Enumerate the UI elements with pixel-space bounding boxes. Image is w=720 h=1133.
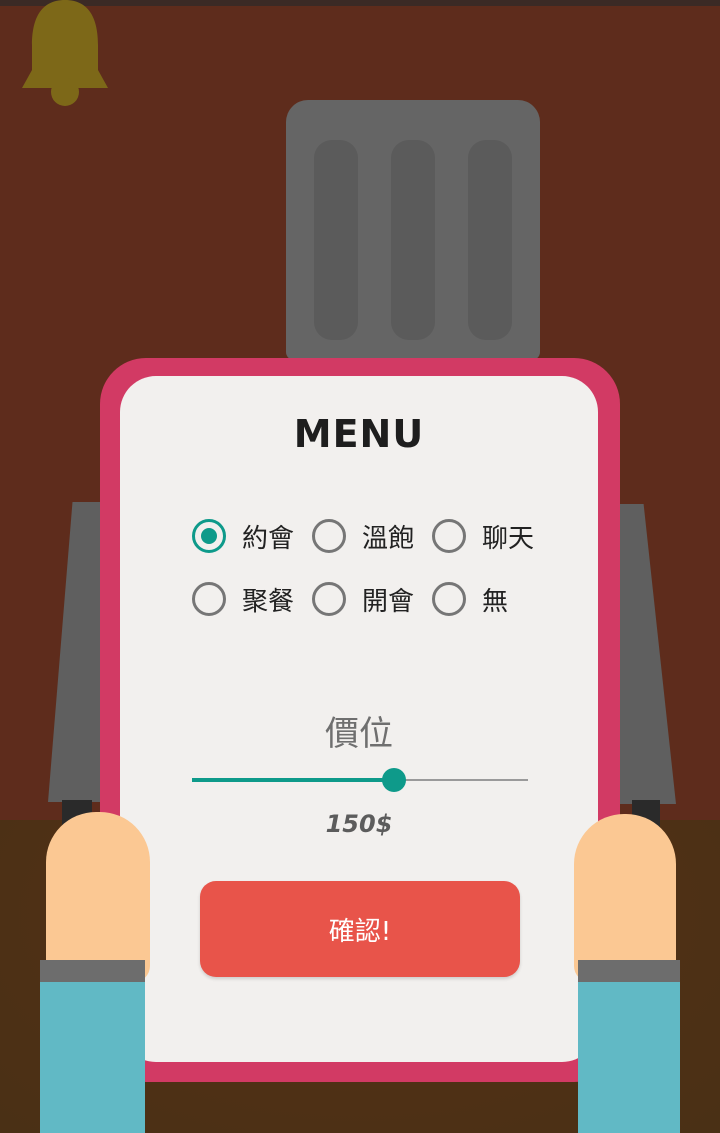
right-thumb xyxy=(574,814,676,982)
radio-button-none[interactable] xyxy=(432,582,466,616)
price-value: 150$ xyxy=(325,810,393,838)
chef-hat-icon xyxy=(286,100,540,360)
right-sleeve xyxy=(578,982,680,1133)
option-chat[interactable]: 聊天 xyxy=(432,514,534,558)
option-meeting[interactable]: 開會 xyxy=(312,577,414,621)
slider-thumb[interactable] xyxy=(381,768,406,792)
confirm-button[interactable]: 確認! xyxy=(200,881,520,977)
option-label-none: 無 xyxy=(482,586,509,617)
left-sleeve xyxy=(40,982,145,1133)
option-label-gathering: 聚餐 xyxy=(242,586,295,617)
menu-title: MENU xyxy=(293,412,425,456)
option-full-meal[interactable]: 溫飽 xyxy=(312,514,414,558)
radio-button-chat[interactable] xyxy=(432,519,466,553)
option-label-full-meal: 溫飽 xyxy=(362,523,415,554)
left-thumb xyxy=(46,812,150,982)
status-bar xyxy=(0,0,720,6)
option-dating[interactable]: 約會 xyxy=(192,514,294,558)
price-heading: 價位 xyxy=(325,714,393,754)
radio-button-gathering[interactable] xyxy=(192,582,226,616)
price-slider[interactable] xyxy=(192,766,528,794)
radio-button-meeting[interactable] xyxy=(312,582,346,616)
radio-button-full-meal[interactable] xyxy=(312,519,346,553)
slider-fill xyxy=(192,778,394,782)
right-sleeve-cuff xyxy=(578,960,680,982)
radio-button-dating[interactable] xyxy=(192,519,226,553)
option-none[interactable]: 無 xyxy=(432,577,508,621)
option-label-meeting: 開會 xyxy=(362,586,415,617)
option-gathering[interactable]: 聚餐 xyxy=(192,577,294,621)
option-label-dating: 約會 xyxy=(242,523,295,554)
option-label-chat: 聊天 xyxy=(482,523,535,554)
left-sleeve-cuff xyxy=(40,960,145,982)
bell-icon xyxy=(22,0,108,106)
